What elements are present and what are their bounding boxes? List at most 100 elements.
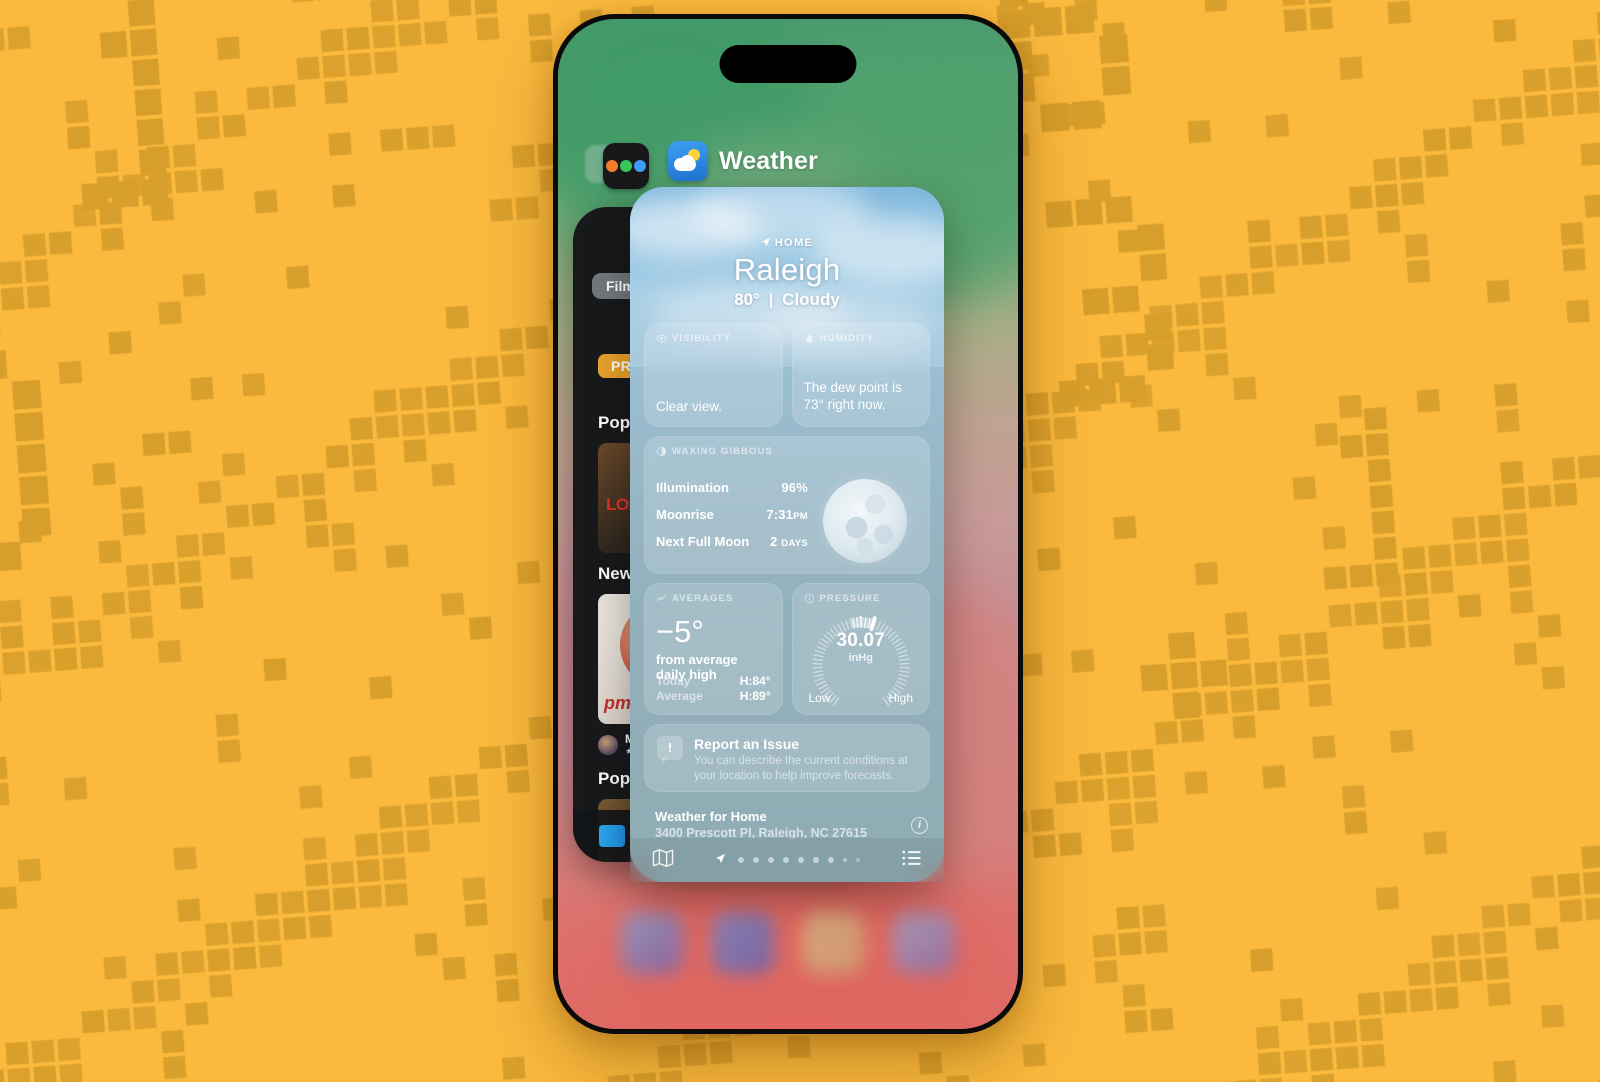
- pressure-unit: inHg: [848, 652, 873, 664]
- moon-row-label: Moonrise: [656, 507, 714, 522]
- moon-title: WAXING GIBBOUS: [672, 446, 773, 457]
- page-indicator-dots[interactable]: [630, 851, 944, 869]
- pressure-card[interactable]: PRESSURE ↑ 30.07 inHg Low High: [791, 583, 930, 715]
- visibility-header: VISIBILITY: [645, 324, 782, 344]
- moon-header: WAXING GIBBOUS: [645, 437, 929, 457]
- page-dot[interactable]: [767, 857, 774, 863]
- dock-icon-3[interactable]: [802, 912, 865, 974]
- averages-today-row: Today H:84°: [656, 674, 771, 689]
- visibility-card[interactable]: VISIBILITY Clear view.: [644, 323, 783, 427]
- dot-blue: [634, 160, 646, 172]
- moon-phase-card[interactable]: WAXING GIBBOUS Illumination 96% Moonrise…: [644, 436, 930, 574]
- dock-icon-1[interactable]: [620, 912, 683, 974]
- dock-icon-4[interactable]: [893, 912, 956, 974]
- info-circle-icon: [804, 593, 814, 604]
- humidity-icon: [805, 334, 813, 343]
- visibility-text: Clear view.: [656, 399, 723, 414]
- humidity-title: HUMIDITY: [819, 333, 875, 344]
- page-dot[interactable]: [842, 857, 847, 863]
- page-dot[interactable]: [737, 857, 744, 863]
- pressure-scale-labels: Low High: [809, 691, 914, 705]
- pressure-title: PRESSURE: [819, 593, 881, 604]
- moon-row-label: Next Full Moon: [656, 534, 750, 549]
- separator: |: [768, 290, 774, 309]
- weather-app-icon[interactable]: [668, 141, 708, 181]
- app-switcher-header: Weather: [558, 137, 1018, 189]
- temperature-value: 80°: [734, 290, 760, 309]
- library-icon[interactable]: [599, 825, 625, 847]
- eye-icon: [656, 334, 667, 343]
- phone-device: Weather Films PRO Popular LONGL New fro …: [553, 14, 1023, 1034]
- averages-average-label: Average: [656, 689, 703, 703]
- moon-row-value: 2 DAYS: [770, 534, 808, 549]
- cloud-part-base: [674, 158, 696, 171]
- dots-app-icon[interactable]: [603, 143, 649, 189]
- report-issue-body: You can describe the current conditions …: [694, 755, 908, 783]
- averages-delta: −5°: [656, 614, 704, 649]
- condition-line: 80° | Cloudy: [630, 290, 944, 310]
- averages-average-row: Average H:89°: [656, 689, 771, 704]
- weather-footer: Weather for Home 3400 Prescott Pl, Ralei…: [655, 809, 928, 840]
- chart-line-icon: [656, 594, 667, 602]
- averages-title: AVERAGES: [672, 593, 734, 604]
- humidity-card[interactable]: HUMIDITY The dew point is 73° right now.: [791, 323, 930, 427]
- humidity-header: HUMIDITY: [793, 324, 930, 344]
- weather-tabbar[interactable]: [630, 838, 944, 882]
- current-app-label-group[interactable]: Weather: [668, 141, 818, 181]
- averages-average-value: H:89°: [739, 689, 771, 703]
- phone-screen: Weather Films PRO Popular LONGL New fro …: [558, 19, 1018, 1029]
- averages-today-label: Today: [656, 674, 691, 688]
- page-dot[interactable]: [827, 857, 834, 863]
- page-dot[interactable]: [856, 858, 860, 862]
- page-dot[interactable]: [752, 857, 759, 863]
- averages-card[interactable]: AVERAGES −5° from average daily high Tod…: [644, 583, 783, 715]
- humidity-text: The dew point is 73° right now.: [803, 380, 902, 413]
- weather-cards-grid: VISIBILITY Clear view. HUMIDITY The dew …: [644, 323, 930, 792]
- dynamic-island: [719, 45, 857, 83]
- visibility-title: VISIBILITY: [672, 333, 732, 344]
- avatar: [598, 734, 618, 755]
- dock-icon-2[interactable]: [711, 912, 774, 974]
- city-name: Raleigh: [733, 252, 841, 287]
- moon-row-value: 7:31PM: [766, 507, 808, 522]
- adjacent-app-icons[interactable]: [585, 143, 657, 189]
- page-dot[interactable]: [812, 857, 819, 863]
- location-header: HOME Raleigh 80° | Cloudy: [630, 237, 944, 310]
- weather-app-card[interactable]: HOME Raleigh 80° | Cloudy VISIBILITY Cle…: [630, 187, 944, 882]
- pressure-high-label: High: [888, 691, 913, 705]
- dot-green: [620, 160, 632, 172]
- moon-image: [823, 479, 907, 563]
- pressure-trend-arrow: ↑: [856, 610, 866, 629]
- page-dot[interactable]: [782, 857, 789, 863]
- report-issue-title: Report an Issue: [694, 736, 800, 752]
- averages-today-value: H:84°: [739, 674, 771, 688]
- home-label-row: HOME: [630, 237, 944, 249]
- row-averages-pressure: AVERAGES −5° from average daily high Tod…: [644, 583, 930, 715]
- moon-row: Next Full Moon 2 DAYS: [656, 528, 808, 555]
- app-title: Weather: [719, 146, 818, 175]
- moon-row-value: 96%: [781, 480, 808, 495]
- info-button[interactable]: i: [911, 817, 928, 834]
- moon-detail-rows: Illumination 96% Moonrise 7:31PM Next Fu…: [656, 474, 808, 555]
- pressure-value: 30.07: [836, 630, 886, 651]
- home-label: HOME: [774, 237, 814, 249]
- dot-orange: [606, 160, 618, 172]
- pressure-header: PRESSURE: [793, 584, 930, 604]
- location-arrow-icon: [761, 237, 770, 247]
- page-dot[interactable]: [797, 857, 804, 863]
- averages-footer: Today H:84° Average H:89°: [656, 674, 771, 704]
- pressure-low-label: Low: [808, 691, 831, 705]
- report-issue-card[interactable]: ! Report an Issue You can describe the c…: [644, 724, 930, 792]
- footer-title: Weather for Home: [655, 809, 767, 824]
- moon-row: Moonrise 7:31PM: [656, 501, 808, 528]
- report-issue-icon: !: [657, 736, 683, 760]
- home-screen-dock: [558, 895, 1018, 991]
- moon-row-label: Illumination: [656, 480, 729, 495]
- averages-header: AVERAGES: [645, 584, 782, 604]
- list-icon[interactable]: [902, 849, 922, 872]
- moon-row: Illumination 96%: [656, 474, 808, 501]
- moon-phase-icon: [656, 446, 667, 457]
- condition-value: Cloudy: [782, 290, 840, 309]
- row-visibility-humidity: VISIBILITY Clear view. HUMIDITY The dew …: [644, 323, 930, 427]
- location-arrow-icon: [715, 851, 726, 869]
